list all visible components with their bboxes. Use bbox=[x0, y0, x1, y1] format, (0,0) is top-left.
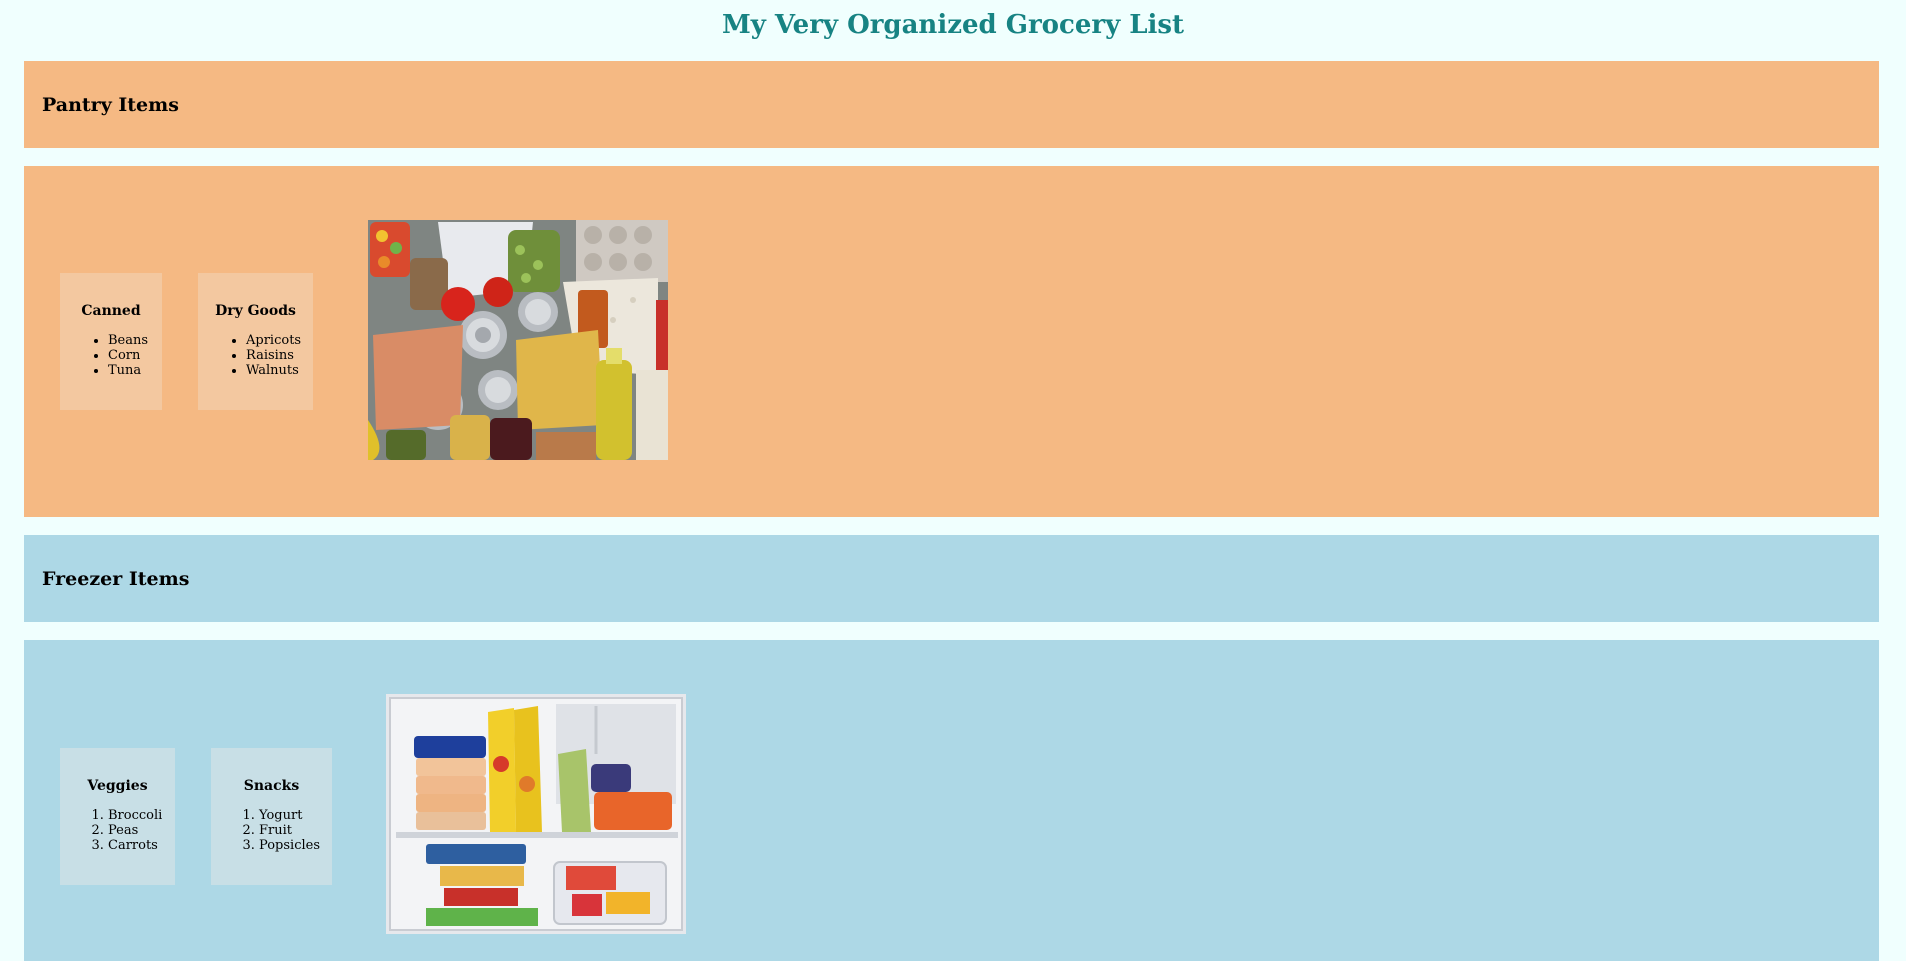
freezer-group-snacks: Snacks Yogurt Fruit Popsicles bbox=[211, 748, 332, 885]
group-title: Veggies bbox=[87, 778, 148, 794]
page-title: My Very Organized Grocery List bbox=[721, 10, 1185, 40]
pantry-groceries-photo bbox=[368, 220, 668, 460]
freezer-contents-photo bbox=[386, 694, 686, 934]
pantry-section: Canned Beans Corn Tuna Dry Goods Apricot… bbox=[24, 166, 1879, 517]
pantry-photo-art bbox=[368, 220, 668, 460]
list-item: Beans bbox=[108, 333, 162, 348]
freezer-header: Freezer Items bbox=[24, 535, 1879, 622]
group-title: Snacks bbox=[243, 778, 300, 794]
pantry-header: Pantry Items bbox=[24, 61, 1879, 148]
freezer-photo-art bbox=[386, 694, 686, 934]
group-list: Broccoli Peas Carrots bbox=[60, 808, 175, 853]
list-item: Yogurt bbox=[259, 808, 332, 823]
list-item: Broccoli bbox=[108, 808, 175, 823]
list-item: Peas bbox=[108, 823, 175, 838]
pantry-group-canned: Canned Beans Corn Tuna bbox=[60, 273, 162, 410]
list-item: Corn bbox=[108, 348, 162, 363]
group-title: Canned bbox=[81, 303, 141, 319]
freezer-section: Veggies Broccoli Peas Carrots Snacks Yog… bbox=[24, 640, 1879, 961]
pantry-heading: Pantry Items bbox=[42, 93, 179, 116]
group-list: Yogurt Fruit Popsicles bbox=[211, 808, 332, 853]
list-item: Raisins bbox=[246, 348, 313, 363]
freezer-heading: Freezer Items bbox=[42, 567, 190, 590]
list-item: Carrots bbox=[108, 838, 175, 853]
group-title: Dry Goods bbox=[215, 303, 296, 319]
group-list: Apricots Raisins Walnuts bbox=[198, 333, 313, 378]
list-item: Tuna bbox=[108, 363, 162, 378]
list-item: Apricots bbox=[246, 333, 313, 348]
list-item: Popsicles bbox=[259, 838, 332, 853]
freezer-group-veggies: Veggies Broccoli Peas Carrots bbox=[60, 748, 175, 885]
group-list: Beans Corn Tuna bbox=[60, 333, 162, 378]
list-item: Fruit bbox=[259, 823, 332, 838]
list-item: Walnuts bbox=[246, 363, 313, 378]
pantry-group-dry-goods: Dry Goods Apricots Raisins Walnuts bbox=[198, 273, 313, 410]
page: My Very Organized Grocery List Pantry It… bbox=[0, 0, 1906, 961]
